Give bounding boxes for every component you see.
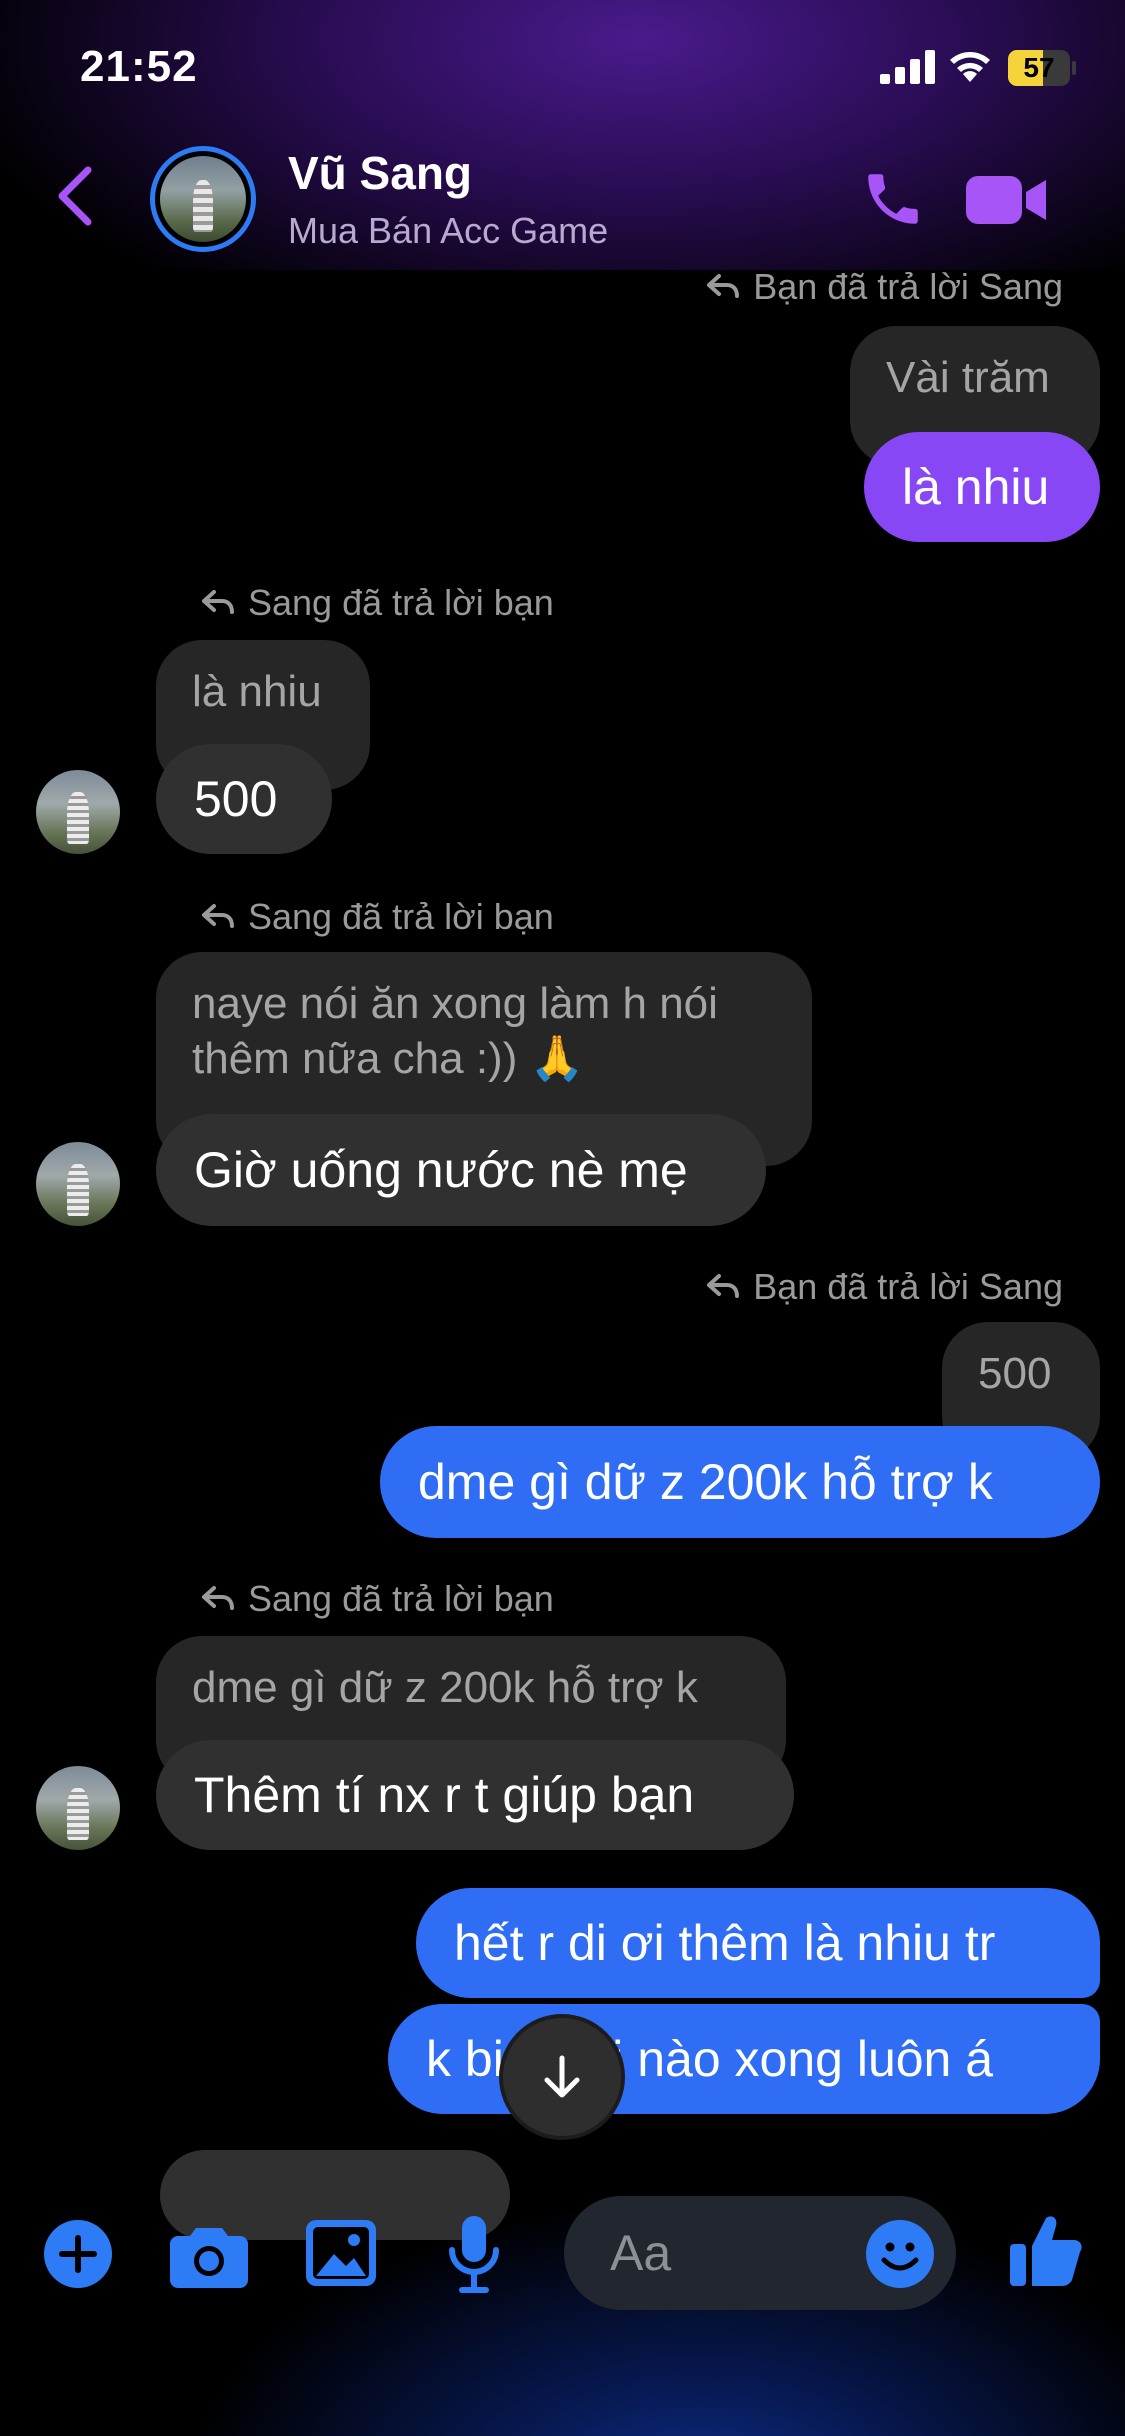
battery-level: 57	[1023, 52, 1055, 83]
quoted-text: 500	[978, 1349, 1052, 1398]
reply-label-text: Sang đã trả lời bạn	[248, 582, 554, 623]
microphone-icon[interactable]	[446, 2216, 502, 2294]
reply-label-text: Bạn đã trả lời Sang	[753, 1266, 1063, 1307]
reply-icon	[707, 274, 740, 298]
image-icon[interactable]	[306, 2220, 376, 2286]
sender-avatar[interactable]	[36, 770, 120, 854]
thumbs-up-icon[interactable]	[1010, 2212, 1082, 2288]
signal-icon	[880, 50, 935, 84]
reply-label-text: Sang đã trả lời bạn	[248, 1578, 554, 1619]
outgoing-message[interactable]: hết r di ơi thêm là nhiu tr	[416, 1888, 1100, 1998]
message-text: hết r di ơi thêm là nhiu tr	[454, 1915, 996, 1971]
reply-icon	[202, 1586, 234, 1610]
reply-context-label: Sang đã trả lời bạn	[200, 582, 554, 624]
quoted-text: là nhiu	[192, 667, 322, 716]
message-text: dme gì dữ z 200k hỗ trợ k	[418, 1454, 993, 1510]
quoted-text-line1: naye nói ăn xong làm h nói	[192, 979, 718, 1028]
contact-avatar[interactable]	[150, 146, 256, 252]
message-text: Giờ uống nước nè mẹ	[194, 1142, 688, 1198]
smiley-icon[interactable]	[866, 2220, 934, 2288]
quoted-text-line2: thêm nữa cha :)) 🙏	[192, 1034, 585, 1083]
reply-icon	[202, 904, 234, 928]
reply-label-text: Bạn đã trả lời Sang	[753, 266, 1063, 307]
sender-avatar[interactable]	[36, 1142, 120, 1226]
outgoing-message[interactable]: là nhiu	[864, 432, 1100, 542]
contact-subtitle: Mua Bán Acc Game	[288, 210, 609, 251]
reply-label-text: Sang đã trả lời bạn	[248, 896, 554, 937]
composer-bar	[0, 2170, 1125, 2436]
arrow-down-icon	[544, 2055, 580, 2098]
phone-icon[interactable]	[860, 166, 926, 232]
message-text: 500	[194, 771, 278, 827]
reply-context-label: Bạn đã trả lời Sang	[705, 1266, 1063, 1308]
video-camera-icon[interactable]	[966, 172, 1048, 228]
wifi-icon	[950, 52, 990, 82]
outgoing-message[interactable]: k biết khi nào xong luôn á	[388, 2004, 1100, 2114]
scroll-down-button[interactable]	[503, 2018, 621, 2136]
battery-indicator: 57	[1008, 50, 1076, 86]
quoted-text: Vài trăm	[886, 353, 1050, 402]
message-input[interactable]	[610, 2224, 860, 2282]
quoted-text: dme gì dữ z 200k hỗ trợ k	[192, 1663, 698, 1712]
incoming-message[interactable]: Thêm tí nx r t giúp bạn	[156, 1740, 794, 1850]
message-text: là nhiu	[902, 459, 1050, 515]
plus-circle-icon[interactable]	[44, 2220, 112, 2288]
reply-context-label: Bạn đã trả lời Sang	[705, 266, 1063, 308]
reply-icon	[707, 1274, 740, 1298]
chevron-left-icon[interactable]	[52, 164, 96, 228]
camera-icon[interactable]	[170, 2222, 248, 2288]
contact-name[interactable]: Vũ Sang	[288, 146, 472, 200]
reply-icon	[202, 590, 234, 614]
message-text: Thêm tí nx r t giúp bạn	[194, 1767, 695, 1823]
incoming-message[interactable]: 500	[156, 744, 332, 854]
incoming-message[interactable]: Giờ uống nước nè mẹ	[156, 1114, 766, 1226]
reply-context-label: Sang đã trả lời bạn	[200, 1578, 554, 1620]
outgoing-message[interactable]: dme gì dữ z 200k hỗ trợ k	[380, 1426, 1100, 1538]
reply-context-label: Sang đã trả lời bạn	[200, 896, 554, 938]
sender-avatar[interactable]	[36, 1766, 120, 1850]
status-time: 21:52	[80, 42, 198, 91]
